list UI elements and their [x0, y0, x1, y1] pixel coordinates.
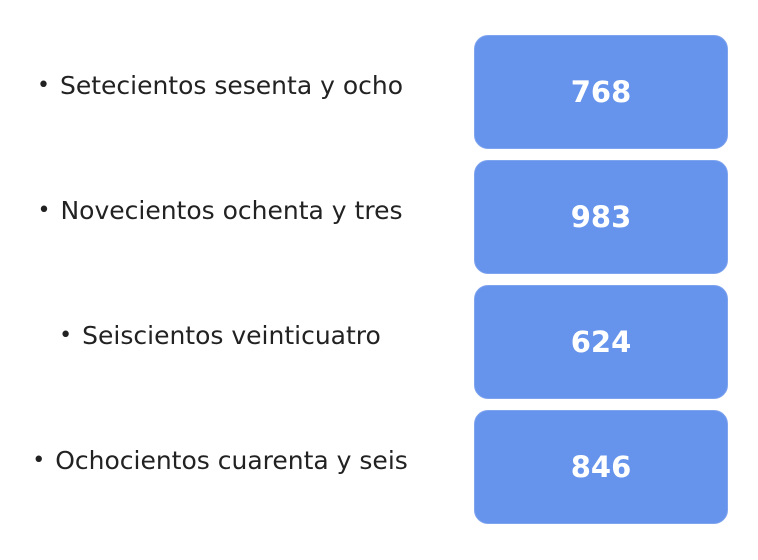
number-text: 846	[570, 450, 632, 484]
bullet-icon: •	[59, 322, 73, 348]
bullet-icon: •	[37, 197, 51, 223]
word-text: Novecientos ochenta y tres	[60, 195, 403, 225]
bullet-icon: •	[32, 447, 46, 473]
word-label: • Ochocientos cuarenta y seis	[0, 403, 440, 517]
word-text: Seiscientos veinticuatro	[82, 320, 381, 350]
number-text: 624	[570, 325, 632, 359]
word-label: • Setecientos sesenta y ocho	[0, 28, 440, 142]
number-card[interactable]: 768	[474, 35, 728, 149]
word-text: Ochocientos cuarenta y seis	[55, 445, 408, 475]
word-label: • Seiscientos veinticuatro	[0, 278, 440, 392]
number-card[interactable]: 983	[474, 160, 728, 274]
match-row: • Novecientos ochenta y tres 983	[0, 160, 758, 274]
number-text: 983	[570, 200, 632, 234]
number-text: 768	[570, 75, 632, 109]
number-card[interactable]: 846	[474, 410, 728, 524]
match-row: • Setecientos sesenta y ocho 768	[0, 35, 758, 149]
word-text: Setecientos sesenta y ocho	[59, 70, 404, 100]
match-row: • Seiscientos veinticuatro 624	[0, 285, 758, 399]
number-card[interactable]: 624	[474, 285, 728, 399]
match-row: • Ochocientos cuarenta y seis 846	[0, 410, 758, 524]
word-label: • Novecientos ochenta y tres	[0, 153, 440, 267]
bullet-icon: •	[36, 72, 50, 98]
